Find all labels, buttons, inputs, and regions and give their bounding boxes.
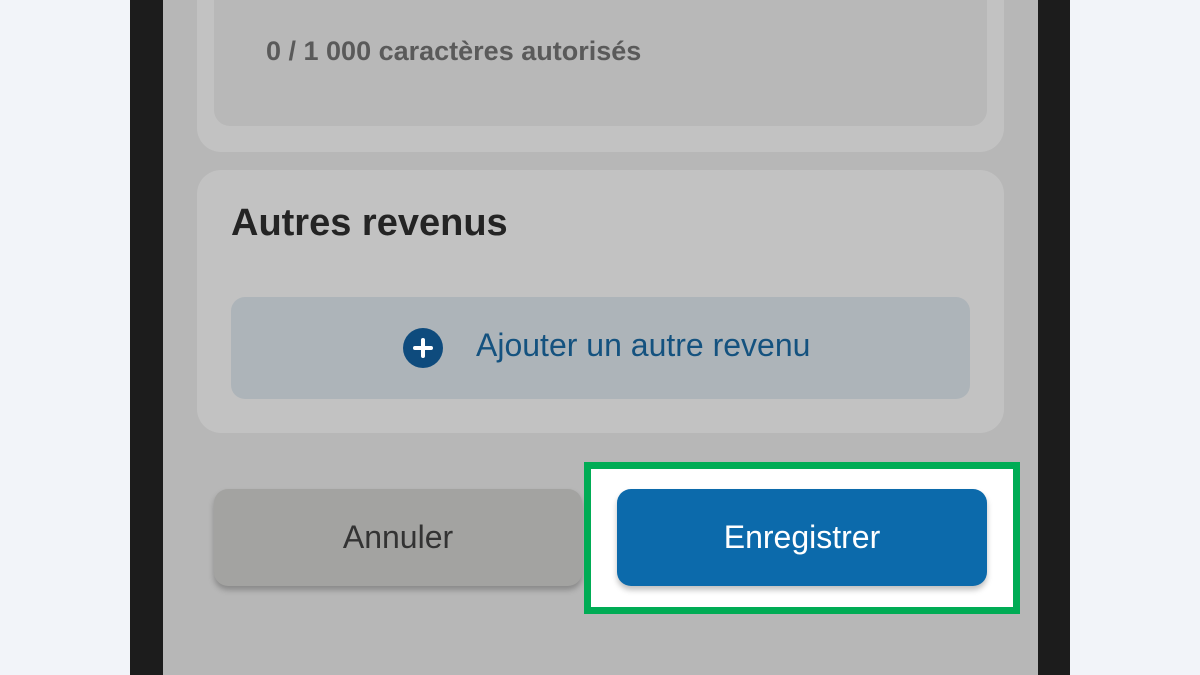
add-other-income-label: Ajouter un autre revenu xyxy=(476,327,811,363)
save-button[interactable]: Enregistrer xyxy=(617,489,987,586)
section-title: Autres revenus xyxy=(231,202,508,244)
plus-circle-icon xyxy=(403,328,443,368)
char-counter: 0 / 1 000 caractères autorisés xyxy=(266,36,642,66)
cancel-button[interactable]: Annuler xyxy=(214,489,582,586)
